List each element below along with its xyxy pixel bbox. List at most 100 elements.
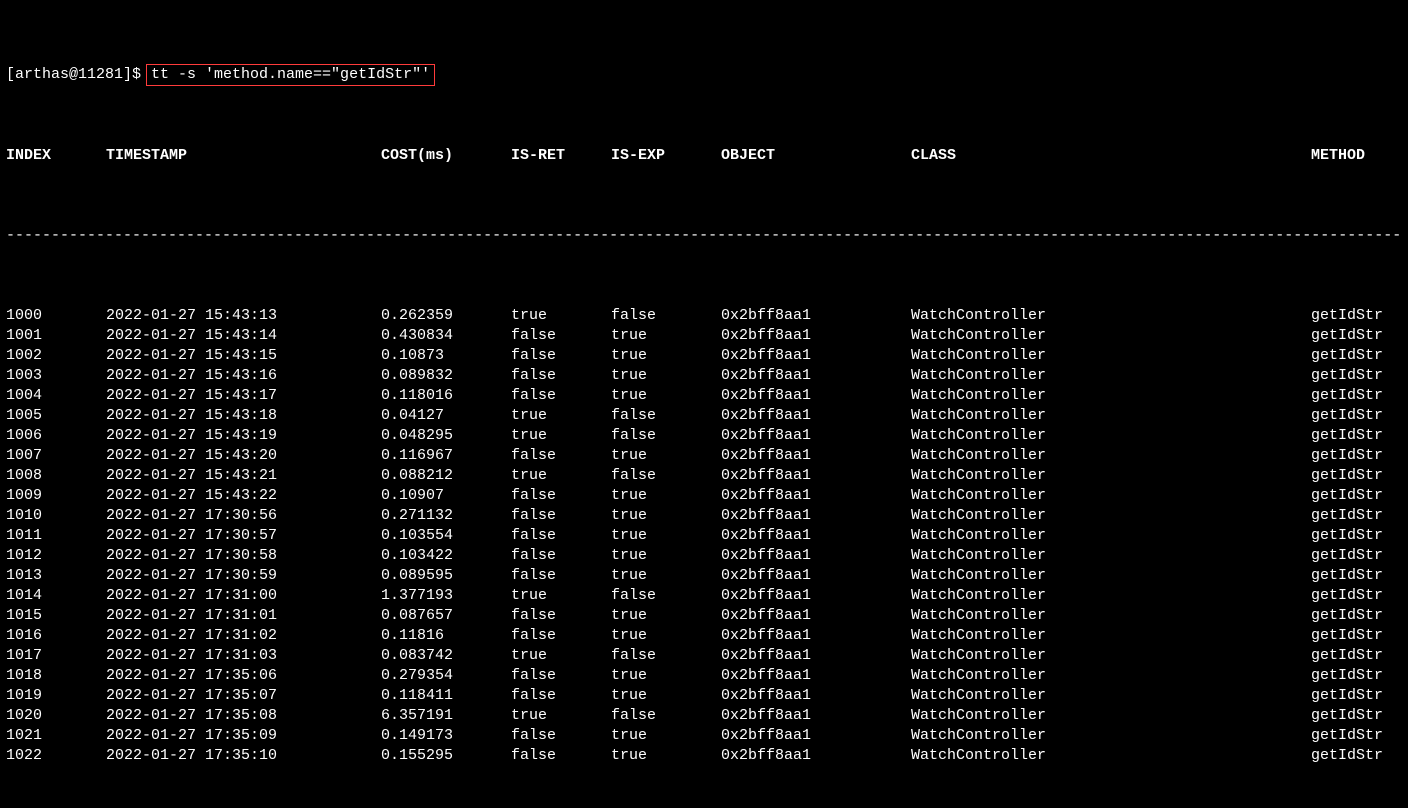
cell-isret: false bbox=[511, 526, 611, 546]
cell-method: getIdStr bbox=[1311, 486, 1402, 506]
cell-class: WatchController bbox=[911, 586, 1311, 606]
cell-isexp: true bbox=[611, 446, 721, 466]
cell-index: 1001 bbox=[6, 326, 106, 346]
table-row: 10032022-01-27 15:43:160.089832falsetrue… bbox=[6, 366, 1402, 386]
table-row: 10092022-01-27 15:43:220.10907falsetrue0… bbox=[6, 486, 1402, 506]
cell-timestamp: 2022-01-27 17:30:59 bbox=[106, 566, 381, 586]
cell-isexp: true bbox=[611, 686, 721, 706]
cell-index: 1002 bbox=[6, 346, 106, 366]
cell-index: 1006 bbox=[6, 426, 106, 446]
table-row: 10182022-01-27 17:35:060.279354falsetrue… bbox=[6, 666, 1402, 686]
cell-isexp: true bbox=[611, 546, 721, 566]
cell-object: 0x2bff8aa1 bbox=[721, 366, 911, 386]
cell-class: WatchController bbox=[911, 426, 1311, 446]
cell-method: getIdStr bbox=[1311, 526, 1402, 546]
cell-isexp: true bbox=[611, 666, 721, 686]
table-row: 10022022-01-27 15:43:150.10873falsetrue0… bbox=[6, 346, 1402, 366]
cell-isexp: false bbox=[611, 426, 721, 446]
cell-class: WatchController bbox=[911, 486, 1311, 506]
cell-isret: false bbox=[511, 686, 611, 706]
cell-method: getIdStr bbox=[1311, 706, 1402, 726]
cell-index: 1013 bbox=[6, 566, 106, 586]
cell-object: 0x2bff8aa1 bbox=[721, 726, 911, 746]
cell-object: 0x2bff8aa1 bbox=[721, 506, 911, 526]
cell-isexp: true bbox=[611, 386, 721, 406]
cell-object: 0x2bff8aa1 bbox=[721, 666, 911, 686]
col-header-class: CLASS bbox=[911, 146, 1311, 166]
table-row: 10152022-01-27 17:31:010.087657falsetrue… bbox=[6, 606, 1402, 626]
table-row: 10162022-01-27 17:31:020.11816falsetrue0… bbox=[6, 626, 1402, 646]
cell-index: 1008 bbox=[6, 466, 106, 486]
cell-index: 1003 bbox=[6, 366, 106, 386]
cell-cost: 0.04127 bbox=[381, 406, 511, 426]
cell-class: WatchController bbox=[911, 686, 1311, 706]
cell-class: WatchController bbox=[911, 326, 1311, 346]
table-row: 10012022-01-27 15:43:140.430834falsetrue… bbox=[6, 326, 1402, 346]
cell-isexp: false bbox=[611, 406, 721, 426]
cell-isret: false bbox=[511, 746, 611, 766]
cell-isret: false bbox=[511, 566, 611, 586]
table-row: 10042022-01-27 15:43:170.118016falsetrue… bbox=[6, 386, 1402, 406]
cell-index: 1005 bbox=[6, 406, 106, 426]
cell-cost: 0.116967 bbox=[381, 446, 511, 466]
cell-cost: 0.089595 bbox=[381, 566, 511, 586]
cell-method: getIdStr bbox=[1311, 566, 1402, 586]
cell-timestamp: 2022-01-27 15:43:13 bbox=[106, 306, 381, 326]
terminal-output: [arthas@11281]$ tt -s 'method.name=="get… bbox=[0, 0, 1408, 808]
cell-isret: true bbox=[511, 706, 611, 726]
cell-class: WatchController bbox=[911, 466, 1311, 486]
cell-isret: false bbox=[511, 446, 611, 466]
cell-cost: 0.10907 bbox=[381, 486, 511, 506]
cell-isret: true bbox=[511, 406, 611, 426]
cell-class: WatchController bbox=[911, 646, 1311, 666]
cell-index: 1004 bbox=[6, 386, 106, 406]
cell-index: 1007 bbox=[6, 446, 106, 466]
cell-method: getIdStr bbox=[1311, 726, 1402, 746]
cell-cost: 0.262359 bbox=[381, 306, 511, 326]
cell-isret: false bbox=[511, 326, 611, 346]
table-row: 10132022-01-27 17:30:590.089595falsetrue… bbox=[6, 566, 1402, 586]
table-row: 10082022-01-27 15:43:210.088212truefalse… bbox=[6, 466, 1402, 486]
col-header-cost: COST(ms) bbox=[381, 146, 511, 166]
table-row: 10112022-01-27 17:30:570.103554falsetrue… bbox=[6, 526, 1402, 546]
col-header-isexp: IS-EXP bbox=[611, 146, 721, 166]
table-row: 10212022-01-27 17:35:090.149173falsetrue… bbox=[6, 726, 1402, 746]
table-row: 10122022-01-27 17:30:580.103422falsetrue… bbox=[6, 546, 1402, 566]
cell-isret: false bbox=[511, 666, 611, 686]
cell-timestamp: 2022-01-27 15:43:15 bbox=[106, 346, 381, 366]
cell-cost: 0.087657 bbox=[381, 606, 511, 626]
cell-method: getIdStr bbox=[1311, 366, 1402, 386]
table-row: 10062022-01-27 15:43:190.048295truefalse… bbox=[6, 426, 1402, 446]
cell-method: getIdStr bbox=[1311, 506, 1402, 526]
cell-index: 1010 bbox=[6, 506, 106, 526]
cell-object: 0x2bff8aa1 bbox=[721, 646, 911, 666]
cell-timestamp: 2022-01-27 17:31:02 bbox=[106, 626, 381, 646]
cell-timestamp: 2022-01-27 17:31:00 bbox=[106, 586, 381, 606]
cell-timestamp: 2022-01-27 17:31:03 bbox=[106, 646, 381, 666]
cell-isexp: true bbox=[611, 526, 721, 546]
cell-method: getIdStr bbox=[1311, 326, 1402, 346]
cell-timestamp: 2022-01-27 15:43:22 bbox=[106, 486, 381, 506]
cell-isret: true bbox=[511, 646, 611, 666]
cell-timestamp: 2022-01-27 17:30:57 bbox=[106, 526, 381, 546]
table-row: 10102022-01-27 17:30:560.271132falsetrue… bbox=[6, 506, 1402, 526]
cell-index: 1017 bbox=[6, 646, 106, 666]
command-line-1[interactable]: [arthas@11281]$ tt -s 'method.name=="get… bbox=[6, 64, 1402, 86]
cell-index: 1009 bbox=[6, 486, 106, 506]
table-header: INDEX TIMESTAMP COST(ms) IS-RET IS-EXP O… bbox=[6, 146, 1402, 166]
cell-cost: 1.377193 bbox=[381, 586, 511, 606]
cell-isret: false bbox=[511, 546, 611, 566]
cell-object: 0x2bff8aa1 bbox=[721, 566, 911, 586]
cell-object: 0x2bff8aa1 bbox=[721, 706, 911, 726]
cell-cost: 0.103554 bbox=[381, 526, 511, 546]
cell-isexp: false bbox=[611, 306, 721, 326]
cell-object: 0x2bff8aa1 bbox=[721, 586, 911, 606]
separator-line: ----------------------------------------… bbox=[6, 226, 1402, 246]
col-header-timestamp: TIMESTAMP bbox=[106, 146, 381, 166]
cell-object: 0x2bff8aa1 bbox=[721, 446, 911, 466]
cell-cost: 0.118016 bbox=[381, 386, 511, 406]
cell-class: WatchController bbox=[911, 526, 1311, 546]
col-header-isret: IS-RET bbox=[511, 146, 611, 166]
cell-index: 1022 bbox=[6, 746, 106, 766]
cell-class: WatchController bbox=[911, 726, 1311, 746]
